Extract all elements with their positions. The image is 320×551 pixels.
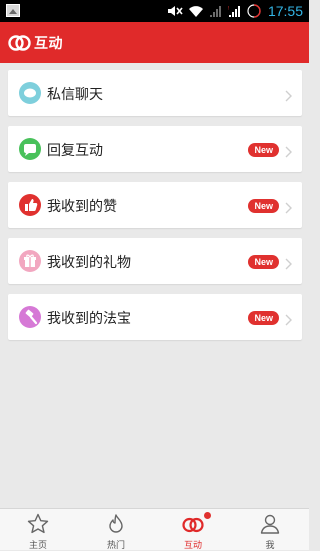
new-badge: New [248, 143, 279, 157]
list-item-label: 我收到的礼物 [47, 255, 131, 271]
chevron-right-icon [285, 143, 293, 158]
signal-icon [209, 0, 223, 22]
tab-label: 我 [265, 541, 275, 551]
chevron-right-icon [285, 87, 293, 102]
chevron-right-icon [285, 199, 293, 214]
tab-label: 热门 [106, 541, 125, 551]
chat-bubble-icon [19, 82, 41, 104]
app-header: 互动 [0, 22, 309, 63]
person-icon [258, 512, 282, 536]
chevron-right-icon [285, 255, 293, 270]
tab-label: 主页 [28, 541, 47, 551]
list-item-received-likes[interactable]: 我收到的赞 New [8, 182, 302, 228]
list-item-private-chat[interactable]: 私信聊天 [8, 70, 302, 116]
new-badge: New [248, 311, 279, 325]
list-item-label: 私信聊天 [47, 87, 103, 103]
interaction-rings-icon [8, 32, 32, 54]
wifi-icon [188, 0, 204, 22]
status-time: 17:55 [267, 3, 303, 19]
list-item-label: 我收到的赞 [47, 199, 117, 215]
list-item-received-treasures[interactable]: 我收到的法宝 New [8, 294, 302, 340]
tab-me[interactable]: 我 [240, 509, 300, 551]
gift-icon [19, 250, 41, 272]
bottom-tab-bar: 主页 热门 互动 我 [0, 508, 309, 551]
list-item-label: 回复互动 [47, 143, 103, 159]
interaction-rings-icon [181, 512, 205, 536]
mute-icon [167, 0, 183, 22]
flame-icon [104, 512, 128, 536]
signal-icon: ! [228, 0, 242, 22]
tab-label: 互动 [183, 541, 202, 551]
star-icon [26, 512, 50, 536]
thumbs-up-icon [19, 194, 41, 216]
page-title: 互动 [34, 36, 63, 52]
tab-hot[interactable]: 热门 [86, 509, 146, 551]
new-badge: New [248, 255, 279, 269]
tab-interaction[interactable]: 互动 [163, 509, 223, 551]
new-badge: New [248, 199, 279, 213]
tab-home[interactable]: 主页 [8, 509, 68, 551]
reply-bubble-icon [19, 138, 41, 160]
battery-icon [247, 0, 261, 22]
list-item-reply-interaction[interactable]: 回复互动 New [8, 126, 302, 172]
svg-text:!: ! [228, 6, 229, 12]
chevron-right-icon [285, 311, 293, 326]
magic-hammer-icon [19, 306, 41, 328]
list-item-label: 我收到的法宝 [47, 311, 131, 327]
notification-dot [204, 512, 211, 519]
gallery-thumbnail-icon [6, 4, 20, 17]
status-bar: ! 17:55 [0, 0, 309, 22]
list-item-received-gifts[interactable]: 我收到的礼物 New [8, 238, 302, 284]
